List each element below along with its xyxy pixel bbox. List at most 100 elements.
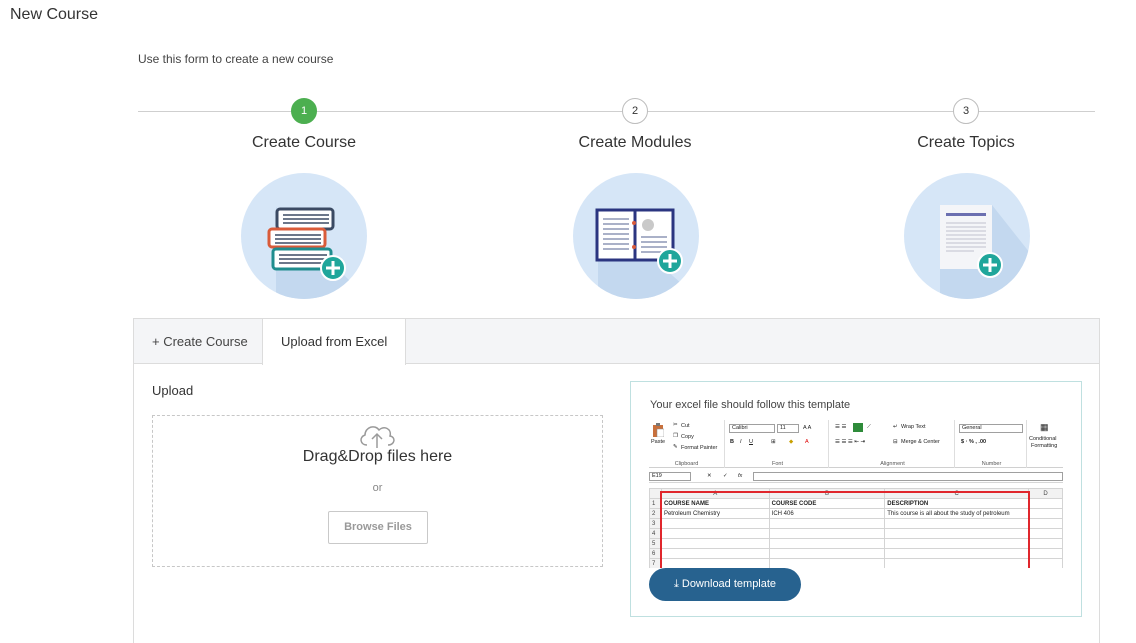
tab-bar: + Create Course Upload from Excel (134, 319, 1099, 365)
page-title: New Course (10, 6, 99, 23)
row-number: 2 (649, 508, 662, 519)
course-panel: + Create Course Upload from Excel Upload… (133, 318, 1100, 643)
row-number: 3 (649, 518, 662, 529)
cell (768, 528, 886, 539)
paste-icon (653, 423, 664, 437)
cell: ICH 406 (768, 508, 886, 519)
cell (768, 538, 886, 549)
cell (1028, 548, 1063, 559)
excel-ribbon: Paste Cut Copy Format Painter ✂ ❐ ✎ Clip… (649, 420, 1063, 468)
cell (1028, 538, 1063, 549)
ribbon-styles-group: ▦ Conditional Formatting (1029, 420, 1063, 468)
row-number: 4 (649, 528, 662, 539)
cell (660, 538, 770, 549)
bold-icon: B (730, 439, 734, 445)
underline-icon: U (749, 439, 753, 445)
conditional-formatting-icon: ▦ (1040, 422, 1049, 432)
browse-files-button[interactable]: Browse Files (328, 511, 428, 544)
cell (1028, 558, 1063, 568)
download-template-label: Download template (681, 578, 777, 590)
step-number: 2 (622, 98, 648, 124)
cell (660, 558, 770, 568)
books-icon (241, 173, 367, 299)
cell (660, 548, 770, 559)
file-dropzone[interactable]: Drag&Drop files here or Browse Files (152, 415, 603, 567)
font-size-box: 11 (777, 424, 799, 433)
formula-input (753, 472, 1063, 481)
table-row: 7 (649, 558, 1063, 568)
cell: This course is all about the study of pe… (884, 508, 1030, 519)
cell (884, 518, 1030, 529)
align-left-icon: ☰ ☰ ☰ ⇤ ⇥ (835, 439, 866, 445)
table-row: 6 (649, 548, 1063, 559)
cell (768, 558, 886, 568)
font-color-icon: A (805, 439, 809, 445)
table-row: 1 COURSE NAME COURSE CODE DESCRIPTION (649, 498, 1063, 509)
column-header: B (768, 488, 886, 499)
font-group-label: Font (771, 461, 783, 467)
download-arrow-icon: ⤓ (673, 578, 682, 590)
conditional-label: Conditional (1029, 436, 1057, 442)
cancel-icon: ✕ (707, 473, 712, 479)
font-name-box: Calibri (729, 424, 775, 433)
ribbon-font-group: Calibri 11 A A B I U ⊞ ◆ A Font (727, 420, 829, 468)
table-row: 5 (649, 538, 1063, 549)
italic-icon: I (740, 439, 742, 445)
step-label: Create Topics (917, 134, 1015, 151)
download-template-button[interactable]: ⤓ Download template (649, 568, 801, 601)
dropzone-or: or (372, 482, 383, 494)
cell (884, 558, 1030, 568)
wrap-text-icon: ↵ (893, 424, 898, 430)
ribbon-number-group: General $ · % , .00 Number (957, 420, 1027, 468)
dropzone-title: Drag&Drop files here (302, 448, 453, 465)
upload-label: Upload (152, 383, 194, 398)
number-group-label: Number (981, 461, 1002, 467)
cell (884, 548, 1030, 559)
cell: COURSE NAME (660, 498, 770, 509)
table-row: 2 Petroleum Chemistry ICH 406 This cours… (649, 508, 1063, 519)
excel-template-preview: Paste Cut Copy Format Painter ✂ ❐ ✎ Clip… (649, 420, 1063, 568)
template-box: Your excel file should follow this templ… (630, 381, 1082, 617)
orientation-icon: ⟋ (867, 424, 871, 430)
confirm-icon: ✓ (723, 473, 728, 479)
column-header: A (660, 488, 770, 499)
tab-create-course[interactable]: + Create Course (134, 319, 266, 364)
step-create-course[interactable]: 1 Create Course (204, 98, 404, 152)
page-description: Use this form to create a new course (138, 52, 334, 66)
tab-upload-from-excel[interactable]: Upload from Excel (262, 319, 407, 365)
row-number: 6 (649, 548, 662, 559)
table-row: 3 (649, 518, 1063, 529)
ribbon-alignment-group: ☰ ☰ ⟋ ☰ ☰ ☰ ⇤ ⇥ ↵ Wrap Text ⊟ Merge & Ce… (831, 420, 955, 468)
fill-color-icon: ◆ (789, 439, 794, 445)
step-create-modules[interactable]: 2 Create Modules (535, 98, 735, 152)
cell (884, 528, 1030, 539)
step-create-topics[interactable]: 3 Create Topics (866, 98, 1066, 152)
scissors-icon: ✂ (673, 422, 678, 428)
cell: Petroleum Chemistry (660, 508, 770, 519)
table-row: 4 (649, 528, 1063, 539)
border-icon: ⊞ (771, 439, 776, 445)
row-number: 5 (649, 538, 662, 549)
excel-grid: A B C D 1 COURSE NAME COURSE CODE DESCRI… (649, 488, 1063, 568)
column-header: C (884, 488, 1030, 499)
corner-cell (649, 488, 662, 499)
row-number: 7 (649, 558, 662, 568)
step-number: 3 (953, 98, 979, 124)
column-header: D (1028, 488, 1063, 499)
excel-table: A B C D 1 COURSE NAME COURSE CODE DESCRI… (649, 488, 1063, 568)
alignment-group-label: Alignment (880, 461, 905, 467)
cell (660, 528, 770, 539)
grow-font-icon: A A (803, 425, 812, 431)
cut-label: Cut (681, 423, 690, 429)
ribbon-clipboard-group: Paste Cut Copy Format Painter ✂ ❐ ✎ Clip… (649, 420, 725, 468)
cell (768, 548, 886, 559)
fx-label: fx (738, 473, 743, 479)
wrap-text-label: Wrap Text (901, 424, 926, 430)
cell (768, 518, 886, 529)
copy-icon: ❐ (673, 433, 678, 439)
brush-icon: ✎ (673, 444, 678, 450)
cell (1028, 498, 1063, 509)
align-top-icon: ☰ ☰ (835, 424, 847, 430)
cell (884, 538, 1030, 549)
number-format-box: General (959, 424, 1023, 433)
